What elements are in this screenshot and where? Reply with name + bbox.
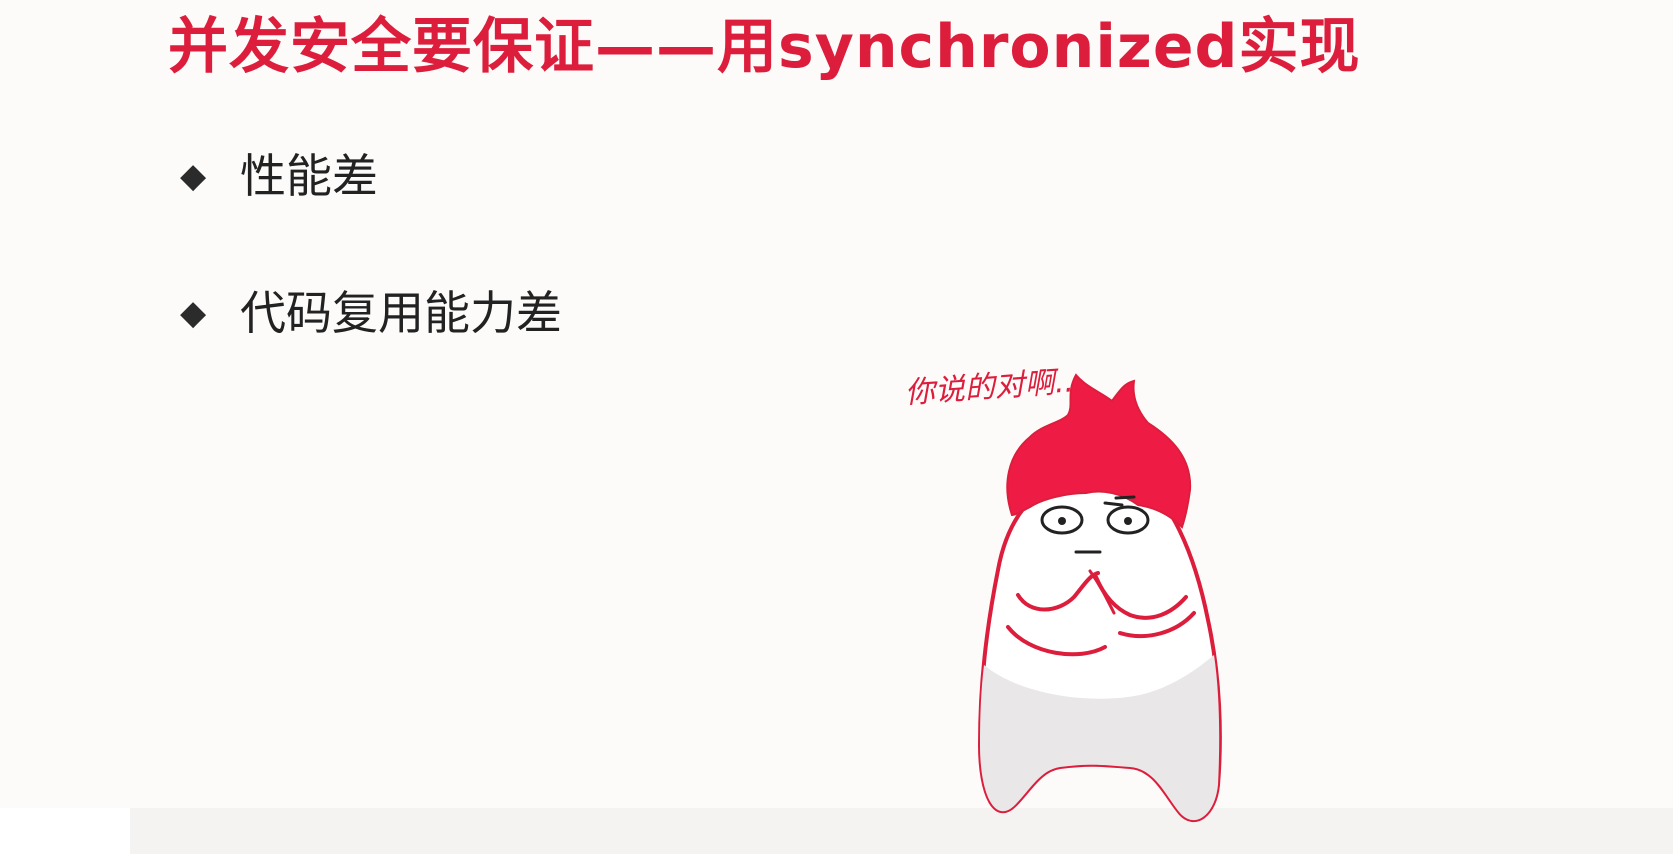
diamond-bullet-icon: ◆ — [180, 156, 207, 196]
slide — [0, 0, 1673, 854]
bullet-list: ◆ 性能差 ◆ 代码复用能力差 — [180, 140, 562, 414]
slide-title: 并发安全要保证——用synchronized实现 — [168, 12, 1361, 82]
bullet-item: ◆ 代码复用能力差 — [180, 277, 562, 349]
cartoon-mascot-icon — [977, 373, 1222, 822]
bullet-text: 代码复用能力差 — [240, 286, 562, 340]
bullet-text: 性能差 — [240, 149, 378, 203]
bullet-item: ◆ 性能差 — [180, 140, 562, 212]
diamond-bullet-icon: ◆ — [180, 293, 207, 333]
